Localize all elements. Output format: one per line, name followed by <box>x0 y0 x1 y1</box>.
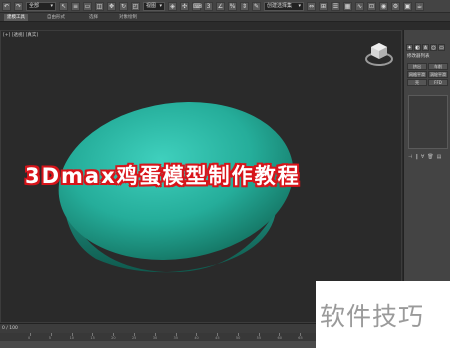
main-toolbar: ↶ ↷ 全部 ▾ ↖ ≡ ▭ ◫ ✥ ↻ ◰ 视图 ▾ ◈ ✣ ⌨ 3 ∠ % ⇕ … <box>0 0 450 13</box>
select-by-name-icon[interactable]: ≡ <box>71 1 80 11</box>
ruler-tick-label: 30 <box>152 336 158 340</box>
redo-icon[interactable]: ↷ <box>14 1 23 11</box>
tab-modeling-tools[interactable]: 建模工具 <box>4 14 28 21</box>
show-end-result-icon[interactable]: ‖ <box>415 154 418 160</box>
modifier-button[interactable]: 车削 <box>428 63 448 70</box>
ruler-tick-label: 0 <box>28 336 31 340</box>
schematic-view-icon[interactable]: ⊡ <box>367 1 376 11</box>
select-manipulate-icon[interactable]: ✣ <box>180 1 189 11</box>
tab-freeform[interactable]: 自由形式 <box>44 14 68 21</box>
remove-modifier-icon[interactable]: 🗑 <box>427 154 433 160</box>
edit-named-selection-icon[interactable]: ✎ <box>252 1 261 11</box>
ruler-tick-label: 50 <box>235 336 241 340</box>
stack-tools: ⊣ ‖ ∀ 🗑 ▤ <box>408 154 441 160</box>
modifier-list-label[interactable]: 修改器列表 <box>407 53 430 59</box>
tab-object-paint[interactable]: 对象绘制 <box>116 14 140 21</box>
layer-manager-icon[interactable]: ☰ <box>331 1 340 11</box>
chevron-down-icon: ▾ <box>159 2 162 9</box>
frame-counter: 0 / 100 <box>2 326 18 331</box>
render-frame-icon[interactable]: ▣ <box>403 1 412 11</box>
mirror-icon[interactable]: ⇔ <box>307 1 316 11</box>
rotate-icon[interactable]: ↻ <box>119 1 128 11</box>
named-selection-value: 创建选择集 <box>267 2 293 9</box>
ribbon-tabs: 建模工具 自由形式 选择 对象绘制 <box>0 13 450 22</box>
ruler-tick-label: 65 <box>298 336 303 340</box>
undo-icon[interactable]: ↶ <box>2 1 11 11</box>
chevron-down-icon: ▾ <box>298 2 301 9</box>
reference-coordinate-value: 视图 <box>146 2 157 9</box>
named-selection-dropdown[interactable]: 创建选择集 ▾ <box>264 1 304 11</box>
percent-snap-icon[interactable]: % <box>228 1 237 11</box>
ruler-tick-label: 40 <box>194 336 199 340</box>
curve-editor-icon[interactable]: ∿ <box>355 1 364 11</box>
modifier-stack[interactable] <box>408 95 448 149</box>
modify-tab-icon[interactable]: ◐ <box>414 44 421 51</box>
reference-coordinate-dropdown[interactable]: 视图 ▾ <box>143 1 165 11</box>
ruler-tick-label: 25 <box>131 336 137 340</box>
angle-snap-icon[interactable]: ∠ <box>216 1 225 11</box>
align-icon[interactable]: ⊞ <box>319 1 328 11</box>
make-unique-icon[interactable]: ∀ <box>421 154 424 160</box>
ruler-tick-label: 10 <box>69 336 75 340</box>
create-tab-icon[interactable]: ✦ <box>406 44 413 51</box>
ruler-tick-label: 5 <box>48 336 52 340</box>
ruler-tick-label: 15 <box>90 336 95 340</box>
configure-sets-icon[interactable]: ▤ <box>437 154 442 160</box>
watermark-panel: 软件技巧 <box>316 281 450 348</box>
selection-filter-value: 全部 <box>29 2 40 9</box>
tutorial-title: 3Dmax鸡蛋模型制作教程 <box>25 164 301 188</box>
selection-filter-dropdown[interactable]: 全部 ▾ <box>26 1 56 11</box>
select-object-icon[interactable]: ↖ <box>59 1 68 11</box>
graphite-toggle-icon[interactable]: ▦ <box>343 1 352 11</box>
snap-toggle-icon[interactable]: 3 <box>204 1 213 11</box>
hierarchy-tab-icon[interactable]: ⋔ <box>422 44 429 51</box>
display-tab-icon[interactable]: ▭ <box>438 44 445 51</box>
material-editor-icon[interactable]: ◉ <box>379 1 388 11</box>
rect-selection-icon[interactable]: ▭ <box>83 1 92 11</box>
ruler-tick-label: 35 <box>173 336 178 340</box>
window-crossing-icon[interactable]: ◫ <box>95 1 104 11</box>
ruler-tick-label: 55 <box>256 336 262 340</box>
watermark-text: 软件技巧 <box>320 302 425 331</box>
ruler-tick-label: 20 <box>111 336 116 340</box>
render-icon[interactable]: ☕ <box>415 1 424 11</box>
tab-selection[interactable]: 选择 <box>86 14 101 21</box>
render-setup-icon[interactable]: ⚙ <box>391 1 400 11</box>
modifier-button[interactable]: 挤出 <box>407 63 427 70</box>
spinner-snap-icon[interactable]: ⇕ <box>240 1 249 11</box>
viewcube-icon[interactable] <box>365 43 393 66</box>
modifier-button[interactable]: 网格平滑 <box>407 71 427 78</box>
keyboard-shortcut-icon[interactable]: ⌨ <box>192 1 202 11</box>
motion-tab-icon[interactable]: ○ <box>430 44 437 51</box>
chevron-down-icon: ▾ <box>50 2 53 9</box>
ruler-tick-label: 60 <box>277 336 282 340</box>
pin-stack-icon[interactable]: ⊣ <box>408 154 412 160</box>
ruler-tick-label: 45 <box>215 336 220 340</box>
move-icon[interactable]: ✥ <box>107 1 116 11</box>
scale-icon[interactable]: ◰ <box>131 1 140 11</box>
modifier-button[interactable]: FFD <box>428 79 448 86</box>
command-panel: ✦ ◐ ⋔ ○ ▭ 修改器列表 挤出 车削 网格平滑 涡轮平滑 壳 FFD ⊣ … <box>403 30 450 323</box>
modifier-button[interactable]: 涡轮平滑 <box>428 71 448 78</box>
command-panel-tabs: ✦ ◐ ⋔ ○ ▭ <box>406 44 445 51</box>
modifier-button[interactable]: 壳 <box>407 79 427 86</box>
pivot-center-icon[interactable]: ◈ <box>168 1 177 11</box>
